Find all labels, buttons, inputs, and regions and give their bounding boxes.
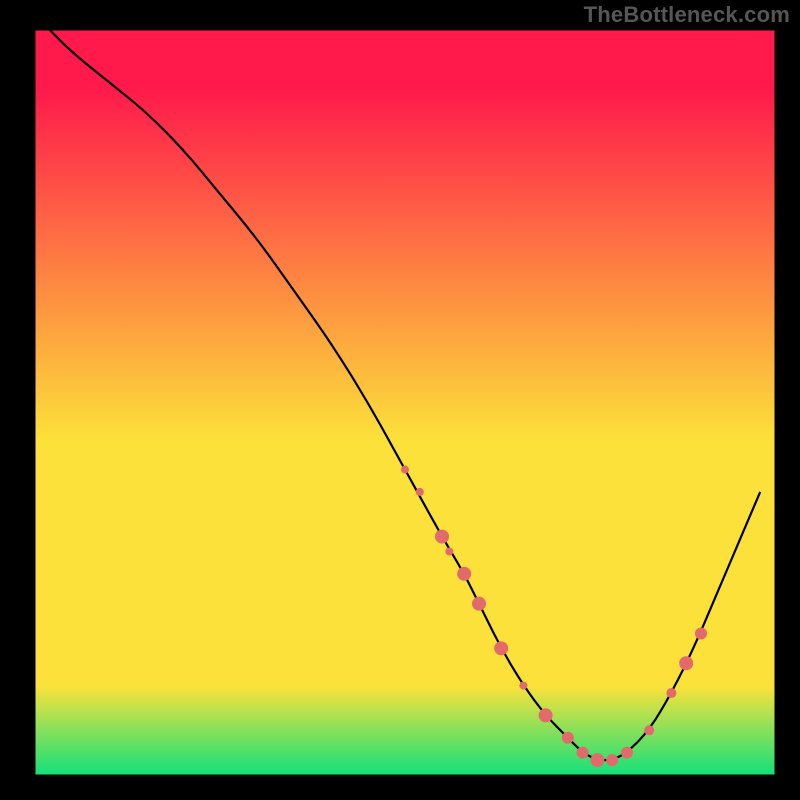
curve-dot [519, 682, 527, 690]
chart-stage: TheBottleneck.com [0, 0, 800, 800]
gradient-background [35, 30, 775, 775]
curve-dot [644, 725, 654, 735]
curve-dot [494, 641, 508, 655]
curve-dot [590, 753, 604, 767]
curve-dot [695, 627, 707, 639]
curve-dot [562, 732, 574, 744]
curve-dot [401, 466, 409, 474]
curve-dot [457, 567, 471, 581]
curve-dot [445, 548, 453, 556]
bottleneck-chart [0, 0, 800, 800]
curve-dot [577, 747, 589, 759]
curve-dot [679, 656, 693, 670]
curve-dot [472, 597, 486, 611]
curve-dot [435, 530, 449, 544]
curve-dot [539, 708, 553, 722]
curve-dot [666, 688, 676, 698]
curve-dot [606, 754, 618, 766]
curve-dot [621, 747, 633, 759]
watermark-text: TheBottleneck.com [584, 2, 790, 28]
curve-dot [416, 488, 424, 496]
